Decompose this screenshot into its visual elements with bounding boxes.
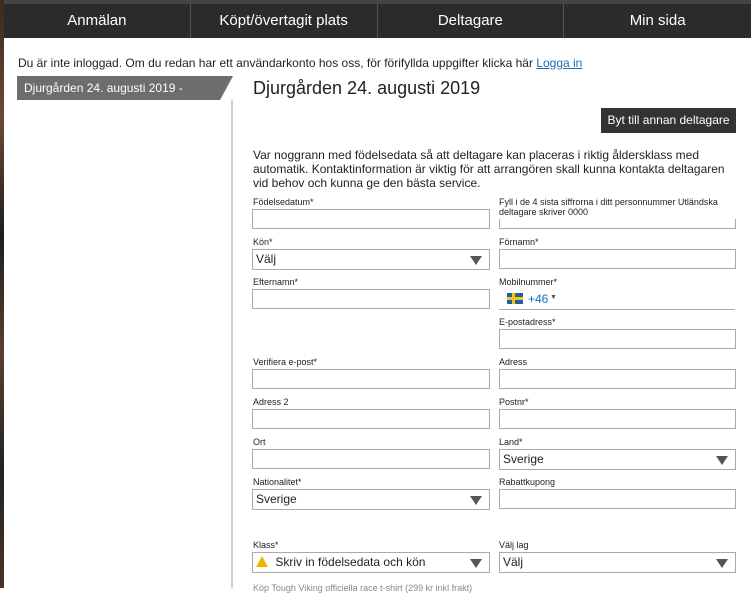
address2-label: Adress 2 xyxy=(253,397,289,407)
chevron-down-icon[interactable]: ▼ xyxy=(550,294,557,301)
nav-item-deltagare[interactable]: Deltagare xyxy=(378,4,565,38)
gender-select-value: Välj xyxy=(256,252,277,266)
address2-field[interactable] xyxy=(252,409,490,429)
nav-item-min-sida[interactable]: Min sida xyxy=(564,4,751,38)
background-photo-strip xyxy=(0,0,4,588)
team-select-value: Välj xyxy=(503,555,524,569)
personal-number-hint: Fyll i de 4 sista siffrorna i ditt perso… xyxy=(499,197,718,217)
sweden-flag-icon[interactable] xyxy=(507,293,523,304)
lastname-field[interactable] xyxy=(252,289,490,309)
class-label: Klass* xyxy=(253,540,279,550)
city-field[interactable] xyxy=(252,449,490,469)
gender-select[interactable]: Välj xyxy=(252,249,490,270)
chevron-down-icon xyxy=(470,559,482,568)
lastname-label: Efternamn* xyxy=(253,277,299,287)
login-link[interactable]: Logga in xyxy=(536,56,582,70)
mobile-country-code[interactable]: +46 xyxy=(528,292,548,306)
sidebar-event-tab[interactable]: Djurgården 24. augusti 2019 - xyxy=(17,76,233,100)
verify-email-label: Verifiera e-post* xyxy=(253,357,318,367)
sidebar-divider xyxy=(231,100,233,588)
postal-field[interactable] xyxy=(499,409,736,429)
login-notice: Du är inte inloggad. Om du redan har ett… xyxy=(18,56,582,70)
chevron-down-icon xyxy=(470,256,482,265)
postal-label: Postnr* xyxy=(499,397,529,407)
discount-label: Rabattkupong xyxy=(499,477,556,487)
firstname-label: Förnamn* xyxy=(499,237,539,247)
address-label: Adress xyxy=(499,357,528,367)
chevron-down-icon xyxy=(716,559,728,568)
personal-number-field[interactable] xyxy=(499,219,736,229)
gender-label: Kön* xyxy=(253,237,273,247)
mobile-field-underline xyxy=(499,309,735,310)
country-label: Land* xyxy=(499,437,523,447)
birthdate-field[interactable] xyxy=(252,209,490,229)
nationality-label: Nationalitet* xyxy=(253,477,302,487)
nationality-select[interactable]: Sverige xyxy=(252,489,490,510)
switch-participant-button[interactable]: Byt till annan deltagare xyxy=(601,108,736,133)
class-select-value: Skriv in födelsedata och kön xyxy=(275,555,426,569)
address-field[interactable] xyxy=(499,369,736,389)
email-label: E-postadress* xyxy=(499,317,556,327)
email-field[interactable] xyxy=(499,329,736,349)
nav-item-anmalan[interactable]: Anmälan xyxy=(4,4,191,38)
city-label: Ort xyxy=(253,437,266,447)
team-label: Välj lag xyxy=(499,540,529,550)
info-text: Var noggrann med födelsedata så att delt… xyxy=(253,148,725,190)
tshirt-option-text: Köp Tough Viking officiella race t-shirt… xyxy=(253,583,473,593)
nav-item-kopt-overtagit-plats[interactable]: Köpt/övertagit plats xyxy=(191,4,378,38)
team-select[interactable]: Välj xyxy=(499,552,736,573)
page-title: Djurgården 24. augusti 2019 xyxy=(253,78,481,98)
class-select[interactable]: Skriv in födelsedata och kön xyxy=(252,552,490,573)
warning-icon xyxy=(256,556,268,567)
sidebar-event-label: Djurgården 24. augusti 2019 - xyxy=(24,81,183,95)
chevron-down-icon xyxy=(716,456,728,465)
nationality-select-value: Sverige xyxy=(256,492,297,506)
birthdate-label: Födelsedatum* xyxy=(253,197,314,207)
discount-field[interactable] xyxy=(499,489,736,509)
country-select[interactable]: Sverige xyxy=(499,449,736,470)
top-navigation: Anmälan Köpt/övertagit plats Deltagare M… xyxy=(4,4,751,38)
firstname-field[interactable] xyxy=(499,249,736,269)
country-select-value: Sverige xyxy=(503,452,544,466)
mobile-label: Mobilnummer* xyxy=(499,277,558,287)
login-notice-text: Du är inte inloggad. Om du redan har ett… xyxy=(18,56,533,70)
verify-email-field[interactable] xyxy=(252,369,490,389)
chevron-down-icon xyxy=(470,496,482,505)
